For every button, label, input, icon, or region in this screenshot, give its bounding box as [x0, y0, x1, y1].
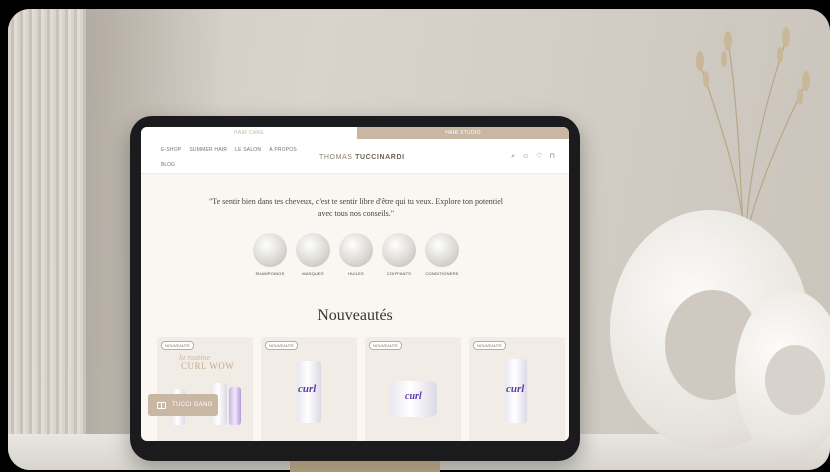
category-huiles[interactable]: HUILES	[339, 233, 373, 276]
main-nav: E-SHOP SUMMER HAIR LE SALON À PROPOS	[161, 147, 297, 153]
category-label: SHAMPOINGS	[255, 271, 285, 276]
new-badge: NOUVEAUTÉ	[265, 341, 298, 350]
category-coiffants[interactable]: COIFFANTS	[382, 233, 416, 276]
category-image	[425, 233, 459, 267]
category-label: CONDITIONERS	[425, 271, 459, 276]
product-card[interactable]: NOUVEAUTÉ curl	[365, 337, 461, 441]
section-title: Nouveautés	[317, 307, 393, 324]
category-label: MASQUES	[302, 271, 324, 276]
nav-le-salon[interactable]: LE SALON	[235, 147, 261, 153]
nav-blog[interactable]: BLOG	[161, 162, 175, 168]
new-badge: NOUVEAUTÉ	[161, 341, 194, 350]
header-icons: ⌕ ☺ ♡ ⊓	[511, 153, 555, 160]
gift-icon	[157, 401, 166, 409]
category-label: HUILES	[348, 271, 364, 276]
hero-quote: "Te sentir bien dans tes cheveux, c'est …	[209, 197, 503, 218]
category-conditioners[interactable]: CONDITIONERS	[425, 233, 459, 276]
brand-logo[interactable]: THOMAS TUCCINARDI	[319, 154, 405, 161]
tab-hair-care[interactable]: HAIR CARE	[141, 127, 357, 139]
wishlist-icon[interactable]: ♡	[536, 153, 542, 160]
product-grid: NOUVEAUTÉ la routine CURL WOW NOUVEAUTÉ …	[157, 337, 565, 441]
nav-a-propos[interactable]: À PROPOS	[269, 147, 297, 153]
product-card[interactable]: NOUVEAUTÉ curl	[261, 337, 357, 441]
product-brand-text: curl	[405, 391, 422, 402]
top-switch-bar: HAIR CARE HAIR STUDIO	[141, 127, 569, 139]
nav-eshop[interactable]: E-SHOP	[161, 147, 181, 153]
product-card-promo[interactable]: NOUVEAUTÉ la routine CURL WOW	[157, 337, 253, 441]
category-image	[382, 233, 416, 267]
product-brand-text: curl	[298, 383, 317, 395]
site-header: E-SHOP SUMMER HAIR LE SALON À PROPOS BLO…	[141, 139, 569, 173]
nav-summer-hair[interactable]: SUMMER HAIR	[189, 147, 227, 153]
new-badge: NOUVEAUTÉ	[473, 341, 506, 350]
dried-grass-decoration	[696, 27, 810, 229]
category-label: COIFFANTS	[386, 271, 412, 276]
category-row: SHAMPOINGS MASQUES HUILES COIFFANTS COND…	[253, 233, 459, 276]
tucci-gang-button[interactable]: TUCCI GANG	[148, 394, 218, 416]
category-image	[296, 233, 330, 267]
tab-hair-studio[interactable]: HAIR STUDIO	[357, 127, 569, 139]
product-card[interactable]: NOUVEAUTÉ curl	[469, 337, 565, 441]
brand-first: THOMAS	[319, 154, 356, 161]
category-image	[253, 233, 287, 267]
account-icon[interactable]: ☺	[522, 153, 529, 160]
promo-title: CURL WOW	[181, 361, 235, 371]
chip-label: TUCCI GANG	[172, 402, 213, 408]
vase-small-hole	[765, 345, 825, 415]
cart-icon[interactable]: ⊓	[550, 153, 555, 160]
category-masques[interactable]: MASQUES	[296, 233, 330, 276]
search-icon[interactable]: ⌕	[511, 153, 515, 160]
new-badge: NOUVEAUTÉ	[369, 341, 402, 350]
brand-last: TUCCINARDI	[355, 154, 405, 161]
product-brand-text: curl	[506, 383, 525, 395]
category-image	[339, 233, 373, 267]
product-bottle	[229, 387, 241, 425]
curtain	[8, 9, 86, 470]
category-shampoings[interactable]: SHAMPOINGS	[253, 233, 287, 276]
